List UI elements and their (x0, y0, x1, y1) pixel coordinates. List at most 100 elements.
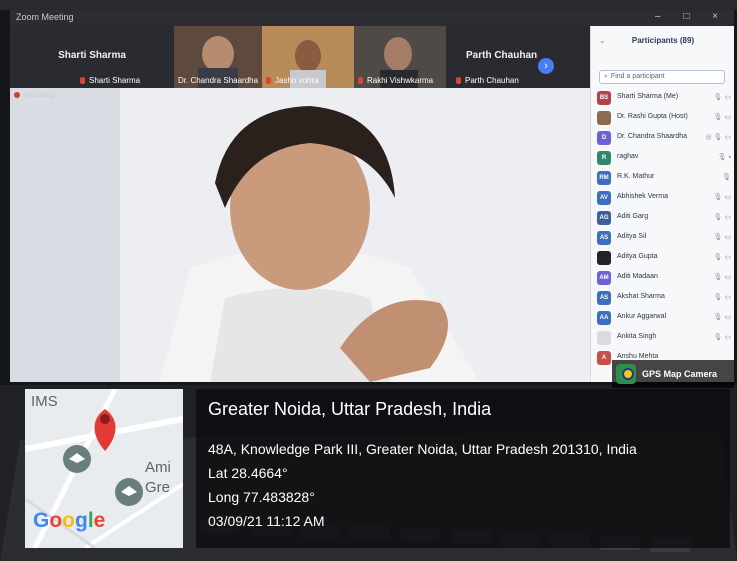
google-logo-letter: G (33, 509, 50, 532)
place-name: Greater Noida, Uttar Pradesh, India (208, 399, 492, 419)
participant-name: Aditi Garg (617, 213, 649, 220)
participant-row[interactable]: AS Aditya Sil 🎙 ▭ (597, 230, 731, 246)
avatar: AG (597, 211, 611, 225)
participants-header: Participants (89) (631, 36, 695, 45)
participant-row[interactable]: Ankita Singh 🎙 ▭ (597, 330, 731, 346)
tile-big-name: Parth Chauhan (466, 50, 538, 61)
next-page-arrow-icon[interactable]: › (538, 58, 554, 74)
avatar (597, 251, 611, 265)
muted-mic-icon (80, 77, 85, 85)
participant-row[interactable]: Rraghav 🎙 ▪ (597, 150, 731, 166)
map-pin-icon (616, 364, 636, 384)
badge-label: GPS Map Camera (642, 369, 718, 379)
participant-name: Anshu Mehta (617, 353, 659, 360)
recording-dot-icon (14, 92, 20, 99)
participant-row[interactable]: BS Sharti Sharma (Me) 🎙 ▭ (597, 90, 731, 106)
participant-row[interactable]: AM Aditi Madaan 🎙 ▭ (597, 270, 731, 286)
participant-row[interactable]: D Dr. Chandra Shaardha ◎ 🎙 ▭ (597, 130, 731, 146)
video-tile[interactable]: Parth Chauhan Parth Chauhan (446, 26, 590, 88)
participant-row[interactable]: AV Abhishek Verma 🎙 ▭ (597, 190, 731, 206)
avatar: AA (597, 311, 611, 325)
map-label: Gre (145, 479, 171, 496)
mic-camera-status-icon: 🎙 ▭ (713, 314, 731, 321)
participant-name: Sharti Sharma (Me) (617, 93, 679, 100)
muted-mic-icon (358, 77, 363, 85)
map-thumbnail: IMS Ami Gre Google (25, 389, 183, 548)
mic-camera-status-icon: 🎙 ▭ (713, 114, 731, 121)
tile-name: Dr. Chandra Shaardha (178, 76, 259, 85)
mic-camera-status-icon: 🎙 ▭ (713, 234, 731, 241)
google-logo-letter: g (75, 509, 88, 532)
participant-name: Aditya Gupta (617, 253, 658, 260)
avatar: AS (597, 231, 611, 245)
recording-indicator: Recording (14, 92, 55, 99)
video-tile[interactable]: Jashn vohra (262, 26, 354, 88)
participant-name: Ankita Singh (617, 333, 657, 340)
mic-camera-status-icon: ◎ 🎙 ▭ (705, 134, 732, 141)
mic-camera-status-icon: 🎙 ▭ (713, 194, 731, 201)
mic-camera-status-icon: 🎙 ▭ (713, 274, 731, 281)
avatar: D (597, 131, 611, 145)
mic-camera-status-icon: 🎙 ▭ (713, 254, 731, 261)
tile-big-name: Sharti Sharma (58, 50, 126, 61)
participant-name: raghav (617, 153, 639, 160)
tile-name: Parth Chauhan (456, 76, 519, 85)
participant-row[interactable]: AS Akshat Sharma 🎙 ▭ (597, 290, 731, 306)
participant-name: Aditya Sil (617, 233, 647, 240)
participant-name: Ankur Aggarwal (617, 313, 667, 320)
tile-name: Sharti Sharma (80, 76, 140, 85)
latitude: Lat 28.4664° (208, 465, 288, 481)
google-logo-letter: e (93, 509, 106, 532)
mic-camera-status-icon: 🎙 ▭ (713, 94, 731, 101)
avatar: AM (597, 271, 611, 285)
app-title: Zoom Meeting (16, 12, 74, 22)
video-tile[interactable]: Sharti Sharma Sharti Sharma (10, 26, 174, 88)
video-tile[interactable]: Dr. Chandra Shaardha (174, 26, 262, 88)
address: 48A, Knowledge Park III, Greater Noida, … (208, 441, 637, 457)
video-thumbnail-strip: Sharti Sharma Sharti Sharma Dr. Chandra … (10, 26, 590, 88)
mic-camera-status-icon: 🎙 ▪ (717, 154, 731, 161)
avatar (597, 111, 611, 125)
participant-name: Aditi Madaan (617, 273, 658, 280)
participant-row[interactable]: Aditya Gupta 🎙 ▭ (597, 250, 731, 266)
search-icon: ⌕ (604, 73, 608, 80)
mic-camera-status-icon: 🎙 (722, 174, 731, 181)
avatar: BS (597, 91, 611, 105)
location-info-card: Greater Noida, Uttar Pradesh, India 48A,… (196, 389, 730, 548)
muted-mic-icon (266, 77, 271, 85)
avatar: A (597, 351, 611, 365)
google-logo: Google (33, 509, 105, 533)
tile-name: Jashn vohra (266, 76, 319, 85)
photo-scene: Zoom Meeting – □ × Sharti Sharma Sharti … (0, 0, 737, 561)
zoom-meeting-window: Zoom Meeting – □ × Sharti Sharma Sharti … (10, 10, 734, 382)
muted-mic-icon (456, 77, 461, 85)
longitude: Long 77.483828° (208, 489, 315, 505)
participants-panel: ⌄ Participants (89) ⌕ Find a participant … (590, 26, 734, 382)
map-label: IMS (31, 393, 58, 410)
video-tile[interactable]: Rakhi Vishwkarma (354, 26, 446, 88)
participant-row[interactable]: AA Ankur Aggarwal 🎙 ▭ (597, 310, 731, 326)
participant-row[interactable]: Dr. Rashi Gupta (Host) 🎙 ▭ (597, 110, 731, 126)
avatar: AV (597, 191, 611, 205)
date-time: 03/09/21 11:12 AM (208, 513, 325, 529)
participant-row[interactable]: RM R.K. Mathur 🎙 (597, 170, 731, 186)
participant-search-input[interactable]: ⌕ Find a participant (599, 70, 725, 84)
avatar: AS (597, 291, 611, 305)
avatar: RM (597, 171, 611, 185)
google-logo-letter: o (62, 509, 75, 532)
window-controls[interactable]: – □ × (655, 11, 728, 22)
google-logo-letter: o (49, 509, 63, 532)
speaker-video-frame (10, 88, 590, 382)
participant-name: Akshat Sharma (617, 293, 665, 300)
active-speaker-video (10, 88, 590, 382)
avatar (597, 331, 611, 345)
avatar: R (597, 151, 611, 165)
mic-camera-status-icon: 🎙 ▭ (713, 294, 731, 301)
participant-row[interactable]: AG Aditi Garg 🎙 ▭ (597, 210, 731, 226)
gps-map-camera-badge: GPS Map Camera (612, 360, 734, 388)
participant-name: R.K. Mathur (617, 173, 655, 180)
participant-name: Abhishek Verma (617, 193, 668, 200)
tile-name: Rakhi Vishwkarma (358, 76, 433, 85)
participant-name: Dr. Chandra Shaardha (617, 133, 688, 140)
mic-camera-status-icon: 🎙 ▭ (713, 214, 731, 221)
